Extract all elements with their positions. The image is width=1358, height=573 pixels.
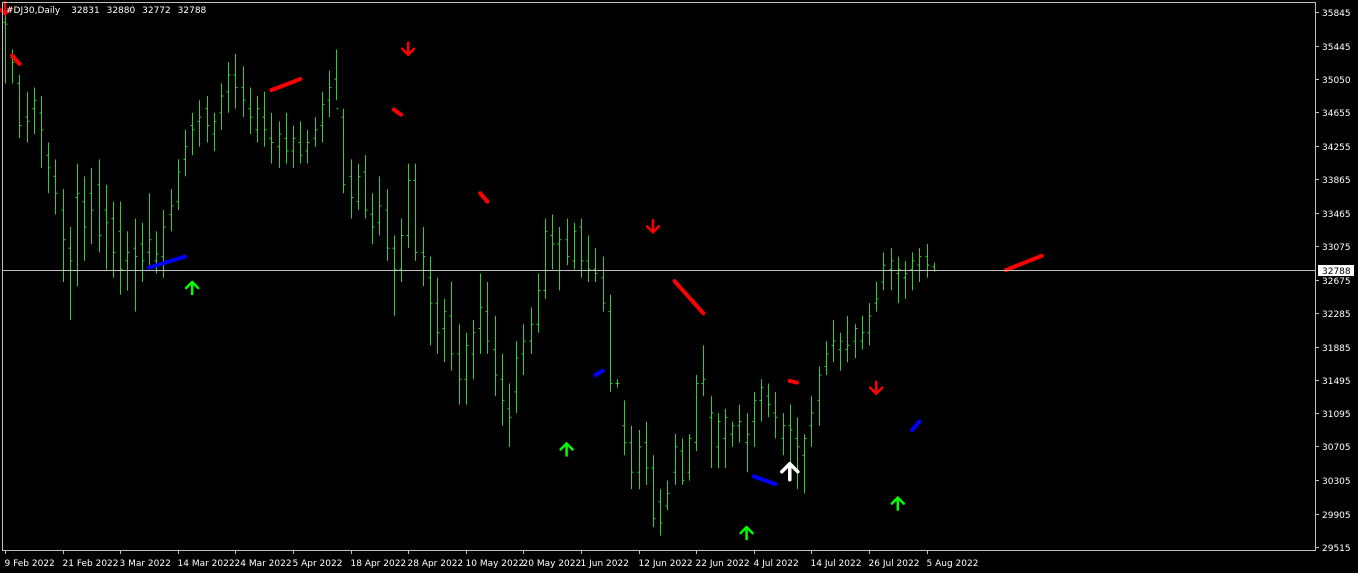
y-tick-label: 35050 [1322, 76, 1351, 86]
x-tick-label: 1 Jun 2022 [581, 559, 629, 569]
y-tick-label: 31495 [1322, 377, 1351, 387]
symbol-timeframe: #DJ30,Daily [6, 6, 61, 16]
y-tick-label: 34255 [1322, 143, 1351, 153]
y-tick-label: 29515 [1322, 544, 1351, 554]
y-tick-label: 31885 [1322, 344, 1351, 354]
y-tick-label: 33465 [1322, 210, 1351, 220]
x-tick-label: 14 Jul 2022 [811, 559, 862, 569]
x-tick-label: 4 Jul 2022 [754, 559, 799, 569]
x-tick-label: 24 Mar 2022 [235, 559, 292, 569]
y-tick-label: 31095 [1322, 410, 1351, 420]
price-chart[interactable]: 35845 35445 35050 34655 34255 33865 33465 33075… [0, 0, 1358, 573]
y-tick-label: 30705 [1322, 443, 1351, 453]
x-tick-label: 5 Apr 2022 [293, 559, 343, 569]
x-tick-label: 12 Jun 2022 [639, 559, 693, 569]
current-price-tag-label: 32788 [1322, 267, 1351, 277]
x-tick-label: 22 Jun 2022 [696, 559, 750, 569]
x-tick-label: 28 Apr 2022 [408, 559, 464, 569]
x-tick-label: 14 Mar 2022 [178, 559, 235, 569]
ohlc-high: 32880 [107, 6, 136, 16]
x-tick-label: 10 May 2022 [466, 559, 525, 569]
y-tick-label: 33865 [1322, 176, 1351, 186]
ohlc-open: 32831 [71, 6, 100, 16]
x-tick-label: 20 May 2022 [523, 559, 582, 569]
y-tick-label: 30305 [1322, 477, 1351, 487]
x-tick-label: 9 Feb 2022 [5, 559, 55, 569]
x-tick-label: 18 Apr 2022 [351, 559, 407, 569]
y-tick-label: 35445 [1322, 43, 1351, 53]
y-tick-label: 29905 [1322, 511, 1351, 521]
ohlc-close: 32788 [178, 6, 207, 16]
ohlc-low: 32772 [142, 6, 171, 16]
y-tick-label: 33075 [1322, 243, 1351, 253]
x-tick-label: 3 Mar 2022 [120, 559, 171, 569]
y-tick-label: 35845 [1322, 9, 1351, 19]
trend-segment-red [787, 378, 799, 385]
current-price-tag: 32788 [1318, 265, 1354, 277]
x-tick-label: 26 Jul 2022 [869, 559, 920, 569]
y-tick-label: 34655 [1322, 109, 1351, 119]
x-tick-label: 21 Feb 2022 [63, 559, 119, 569]
x-tick-label: 5 Aug 2022 [927, 559, 979, 569]
y-tick-label: 32285 [1322, 310, 1351, 320]
y-tick-label: 32675 [1322, 277, 1351, 287]
